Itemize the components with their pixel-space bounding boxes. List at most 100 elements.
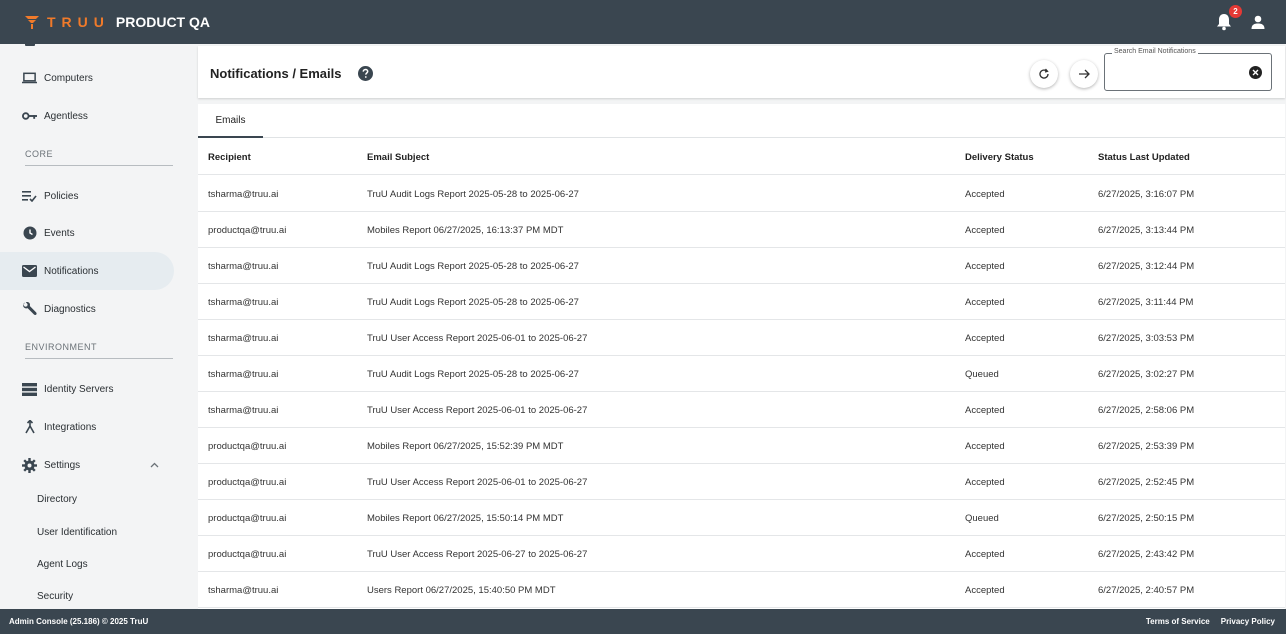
sidebar-item-notifications[interactable]: Notifications [0,252,174,290]
email-subject-cell: TruU User Access Report 2025-06-01 to 20… [367,333,588,344]
delivery-status-cell: Accepted [965,261,1005,272]
gear-icon [22,457,37,473]
email-subject-cell: TruU Audit Logs Report 2025-05-28 to 202… [367,189,579,200]
email-subject-cell: TruU User Access Report 2025-06-27 to 20… [367,549,588,560]
merge-icon [22,420,37,435]
recipient-cell: tsharma@truu.ai [208,297,279,308]
column-header-status-last-updated[interactable]: Status Last Updated [1098,152,1190,163]
arrow-right-icon [1079,69,1090,79]
refresh-button[interactable] [1030,60,1058,88]
clock-icon [22,226,37,241]
search-input[interactable] [1111,66,1241,84]
recipient-cell: productqa@truu.ai [208,549,287,560]
status-updated-cell: 6/27/2025, 2:43:42 PM [1098,549,1195,560]
table-row[interactable]: tsharma@truu.ai TruU User Access Report 2… [198,392,1285,428]
sidebar-item-policies[interactable]: Policies [0,177,174,215]
sidebar-item-agentless[interactable]: Agentless [0,97,174,135]
status-updated-cell: 6/27/2025, 3:03:53 PM [1098,333,1195,344]
sidebar-item-identity-servers[interactable]: Identity Servers [0,370,174,408]
search-field[interactable]: Search Email Notifications [1104,48,1272,91]
search-label: Search Email Notifications [1112,48,1198,55]
email-subject-cell: TruU User Access Report 2025-06-01 to 20… [367,405,588,416]
status-updated-cell: 6/27/2025, 2:58:06 PM [1098,405,1195,416]
column-header-delivery-status[interactable]: Delivery Status [965,152,1034,163]
sidebar-subitem-user-identification[interactable]: User Identification [37,527,117,538]
email-subject-cell: TruU User Access Report 2025-06-01 to 20… [367,477,588,488]
status-updated-cell: 6/27/2025, 3:13:44 PM [1098,225,1195,236]
page-title: Notifications / Emails [210,66,342,81]
table-header: Recipient Email Subject Delivery Status … [198,139,1285,175]
email-subject-cell: Mobiles Report 06/27/2025, 15:52:39 PM M… [367,441,564,452]
section-label-environment: ENVIRONMENT [25,342,173,359]
refresh-icon [1039,68,1049,79]
table-row[interactable]: tsharma@truu.ai TruU Audit Logs Report 20… [198,176,1285,212]
privacy-link[interactable]: Privacy Policy [1221,617,1275,626]
table-row[interactable]: tsharma@truu.ai TruU User Access Report 2… [198,320,1285,356]
delivery-status-cell: Accepted [965,189,1005,200]
email-subject-cell: TruU Audit Logs Report 2025-05-28 to 202… [367,369,579,380]
sidebar-item-label: Computers [44,72,93,84]
sidebar-subitem-agent-logs[interactable]: Agent Logs [37,559,88,570]
status-updated-cell: 6/27/2025, 3:02:27 PM [1098,369,1195,380]
sidebar-item-label: Policies [44,190,79,202]
sidebar-item-diagnostics[interactable]: Diagnostics [0,290,174,328]
key-icon [22,109,37,124]
email-subject-cell: TruU Audit Logs Report 2025-05-28 to 202… [367,261,579,272]
sidebar-item-label: Settings [44,459,81,471]
status-updated-cell: 6/27/2025, 2:50:15 PM [1098,513,1195,524]
delivery-status-cell: Accepted [965,333,1005,344]
terms-link[interactable]: Terms of Service [1146,617,1210,626]
table-row[interactable]: tsharma@truu.ai TruU Audit Logs Report 20… [198,356,1285,392]
recipient-cell: tsharma@truu.ai [208,189,279,200]
user-menu-button[interactable] [1250,14,1266,30]
table-row[interactable]: productqa@truu.ai Mobiles Report 06/27/20… [198,428,1285,464]
sidebar-item-events[interactable]: Events [0,214,174,252]
mail-icon [22,264,37,279]
sidebar-item-label: Diagnostics [44,303,96,315]
notifications-button[interactable]: 2 [1216,5,1242,31]
recipient-cell: productqa@truu.ai [208,441,287,452]
status-updated-cell: 6/27/2025, 2:52:45 PM [1098,477,1195,488]
recipient-cell: productqa@truu.ai [208,225,287,236]
email-subject-cell: Mobiles Report 06/27/2025, 16:13:37 PM M… [367,225,564,236]
sidebar-item-computers[interactable]: Computers [0,59,174,97]
status-updated-cell: 6/27/2025, 3:16:07 PM [1098,189,1195,200]
status-updated-cell: 6/27/2025, 3:12:44 PM [1098,261,1195,272]
chevron-up-icon[interactable] [150,460,159,471]
delivery-status-cell: Queued [965,369,999,380]
table-row[interactable]: tsharma@truu.ai Users Report 06/27/2025, … [198,572,1285,608]
column-header-email-subject[interactable]: Email Subject [367,152,429,163]
page-header: Notifications / Emails Search Email Noti… [198,46,1285,98]
tab-emails[interactable]: Emails [198,104,263,138]
table-row[interactable]: productqa@truu.ai TruU User Access Report… [198,536,1285,572]
sidebar-subitem-security[interactable]: Security [37,591,73,602]
table-row[interactable]: tsharma@truu.ai TruU Audit Logs Report 20… [198,284,1285,320]
table-row[interactable]: productqa@truu.ai Mobiles Report 06/27/20… [198,500,1285,536]
truu-logo-icon [25,16,39,29]
table-row[interactable]: tsharma@truu.ai TruU Audit Logs Report 20… [198,248,1285,284]
sidebar-item-label: Events [44,227,75,239]
laptop-icon [22,71,37,86]
table-row[interactable]: productqa@truu.ai TruU User Access Report… [198,464,1285,500]
sidebar-item-label: Notifications [44,265,99,277]
recipient-cell: productqa@truu.ai [208,477,287,488]
next-button[interactable] [1070,60,1098,88]
wrench-icon [22,301,37,317]
column-header-recipient[interactable]: Recipient [208,152,251,163]
delivery-status-cell: Accepted [965,297,1005,308]
brand-logo[interactable]: TRUU [25,14,110,30]
sidebar-item-label: Identity Servers [44,383,114,395]
sidebar-subitem-directory[interactable]: Directory [37,494,77,505]
sidebar-item-integrations[interactable]: Integrations [0,408,174,446]
email-subject-cell: Mobiles Report 06/27/2025, 15:50:14 PM M… [367,513,564,524]
clear-search-icon[interactable] [1249,66,1262,79]
tab-bar: Emails [198,104,1285,138]
help-icon[interactable] [358,66,373,81]
table-row[interactable]: productqa@truu.ai Mobiles Report 06/27/20… [198,212,1285,248]
user-icon [1251,15,1265,29]
sidebar-item-settings[interactable]: Settings [0,446,174,484]
recipient-cell: tsharma@truu.ai [208,333,279,344]
copyright-text: Admin Console (25.186) © 2025 TruU [9,617,149,626]
recipient-cell: tsharma@truu.ai [208,261,279,272]
delivery-status-cell: Accepted [965,225,1005,236]
